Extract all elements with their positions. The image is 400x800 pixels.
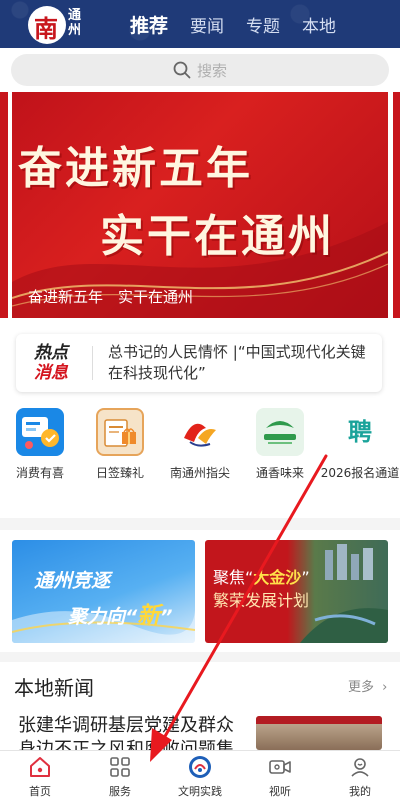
brand-logo-icon [176, 408, 224, 456]
promo-b-line1: 聚焦“大金沙” [213, 564, 310, 588]
promo-card-jinsha[interactable]: 聚焦“大金沙” 繁荣发展计划 [205, 540, 388, 643]
banner-carousel: 奋进新五年 实干在通州 奋进新五年 实干在通州 [0, 92, 400, 324]
logo-text: 通州 [68, 8, 82, 38]
hot-news-badge: 热点 消息 [34, 343, 78, 383]
recruit-icon: 聘 [336, 408, 384, 456]
promo-b-suffix: ” [301, 568, 310, 587]
promo-a-suffix: ” [160, 606, 173, 628]
nav-service[interactable]: 服务 [80, 751, 160, 800]
coupon-icon [16, 408, 64, 456]
banner-headline-1: 奋进新五年 [18, 143, 253, 194]
gift-calendar-icon [96, 408, 144, 456]
search-icon [173, 61, 191, 79]
nav-label: 视听 [269, 785, 291, 798]
quick-link-fingertip[interactable]: 南通州指尖 [160, 408, 240, 481]
tab-local[interactable]: 本地 [302, 12, 336, 37]
quick-link-label: 日签臻礼 [95, 466, 144, 480]
promo-cards: 通州竞逐 聚力向“新” 聚焦“大金沙” 繁荣发展计划 [0, 530, 400, 652]
logo-glyph: 南 [34, 14, 58, 43]
quick-link-label: 南通州指尖 [169, 466, 230, 480]
hot-divider [92, 346, 93, 380]
banner-caption: 奋进新五年 实干在通州 [28, 288, 194, 306]
banner-next-peek[interactable] [393, 92, 400, 318]
tab-recommend[interactable]: 推荐 [130, 11, 168, 38]
tab-topics[interactable]: 专题 [246, 12, 280, 37]
quick-link-label: 通香味来 [255, 466, 304, 480]
search-placeholder: 搜索 [196, 61, 227, 80]
nav-home[interactable]: 首页 [0, 751, 80, 800]
food-brand-icon [256, 408, 304, 456]
bottom-nav: 首页 服务 文明实践 视听 我的 [0, 750, 400, 800]
banner-slide[interactable]: 奋进新五年 实干在通州 奋进新五年 实干在通州 [12, 92, 388, 318]
app-logo[interactable]: 南 通州 [28, 6, 88, 44]
chevron-right-icon: › [382, 680, 388, 695]
promo-a-accent: 新 [137, 603, 161, 629]
app-screen: 南 通州 推荐 要闻 专题 本地 搜索 奋进新五年 实干在通州 奋进新五年 实干… [0, 0, 400, 800]
local-news-section: 本地新闻 更多 › 张建华调研基层党建及群众身边不正之风和腐败问题集 [0, 662, 400, 760]
search-input[interactable]: 搜索 [11, 54, 389, 86]
banner-headline-2: 实干在通州 [100, 211, 335, 262]
video-icon [269, 760, 291, 774]
nav-media[interactable]: 视听 [240, 751, 320, 800]
nav-label: 我的 [349, 785, 371, 798]
banner-prev-peek[interactable] [0, 92, 8, 318]
civilization-icon [189, 756, 211, 778]
more-label: 更多 [348, 680, 375, 695]
recruit-icon-glyph: 聘 [348, 418, 372, 446]
hot-badge-top: 热点 [34, 343, 68, 363]
nav-civilization[interactable]: 文明实践 [160, 751, 240, 800]
more-link[interactable]: 更多 › [348, 676, 387, 695]
news-thumbnail[interactable] [256, 716, 382, 750]
nav-label: 服务 [109, 785, 131, 798]
nav-label: 首页 [29, 785, 51, 798]
channel-tabs: 推荐 要闻 专题 本地 [130, 0, 358, 48]
quick-link-label: 2026报名通道 [320, 466, 400, 480]
search-bar-area: 搜索 [0, 48, 400, 92]
quick-link-consumption[interactable]: 消费有喜 [0, 408, 80, 481]
promo-card-competition[interactable]: 通州竞逐 聚力向“新” [12, 540, 195, 643]
hot-badge-bottom: 消息 [34, 363, 68, 383]
promo-a-prefix: 聚力向“ [68, 606, 138, 628]
promo-a-line1: 通州竞逐 [34, 570, 111, 592]
quick-links: 消费有喜 日签臻礼 南通州指尖 通香味来 聘 2026报名通道 [0, 400, 400, 518]
quick-link-label: 消费有喜 [15, 466, 64, 480]
hot-news-text: 总书记的人民情怀 |“中国式现代化关键在科技现代化” [108, 343, 366, 382]
nav-label: 文明实践 [178, 785, 222, 798]
quick-link-recruit[interactable]: 聘 2026报名通道 [320, 408, 400, 481]
home-icon [30, 757, 50, 777]
quick-link-food[interactable]: 通香味来 [240, 408, 320, 481]
tab-headlines[interactable]: 要闻 [190, 12, 224, 37]
profile-icon [351, 758, 369, 777]
promo-a-line2: 聚力向“新” [68, 596, 173, 630]
hot-news-card[interactable]: 热点 消息 总书记的人民情怀 |“中国式现代化关键在科技现代化” [16, 334, 382, 392]
promo-b-accent: 大金沙 [253, 568, 302, 587]
promo-b-prefix: 聚焦“ [213, 568, 254, 587]
promo-b-line2: 繁荣发展计划 [213, 591, 310, 610]
thumb-banner [256, 716, 382, 724]
section-title: 本地新闻 [14, 676, 94, 700]
quick-link-daily-gift[interactable]: 日签臻礼 [80, 408, 160, 481]
nav-profile[interactable]: 我的 [320, 751, 400, 800]
top-header: 南 通州 推荐 要闻 专题 本地 [0, 0, 400, 48]
hot-news-section: 热点 消息 总书记的人民情怀 |“中国式现代化关键在科技现代化” [0, 324, 400, 400]
grid-icon [110, 757, 130, 777]
